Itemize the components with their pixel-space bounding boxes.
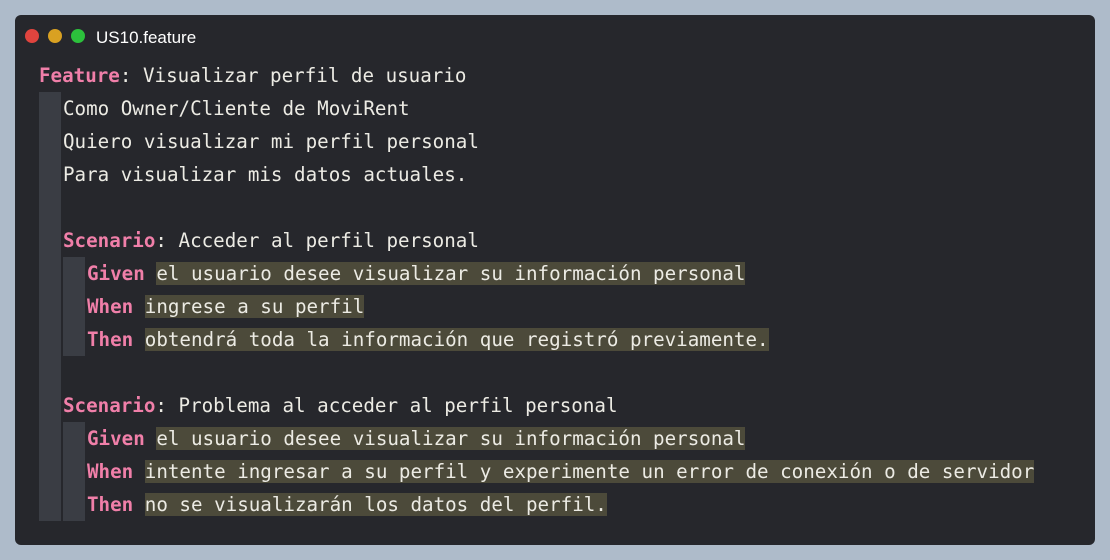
- indent-guide: [63, 488, 85, 521]
- scenario-keyword: Scenario: [63, 394, 156, 417]
- step-line: Then no se visualizarán los datos del pe…: [39, 488, 607, 521]
- indent-guide: [39, 488, 61, 521]
- description-line: Como Owner/Cliente de MoviRent: [39, 92, 410, 125]
- step-line: Given el usuario desee visualizar su inf…: [39, 422, 746, 455]
- indent-guide: [63, 257, 85, 290]
- editor-window: US10.feature Feature: Visualizar perfil …: [15, 15, 1095, 545]
- indent-guide: [39, 356, 61, 389]
- description-text: Quiero visualizar mi perfil personal: [63, 130, 479, 153]
- indent-guide: [39, 158, 61, 191]
- title-bar: US10.feature: [15, 15, 1095, 59]
- step-text: el usuario desee visualizar su informaci…: [156, 427, 746, 450]
- indent-guide: [39, 422, 61, 455]
- scenario-name: Problema al acceder al perfil personal: [178, 394, 618, 417]
- step-line: When ingrese a su perfil: [39, 290, 365, 323]
- indent-guide: [39, 92, 61, 125]
- scenario-name: Acceder al perfil personal: [178, 229, 479, 252]
- step-text: intente ingresar a su perfil y experimen…: [144, 460, 1035, 483]
- step-line: Given el usuario desee visualizar su inf…: [39, 257, 746, 290]
- feature-name: Visualizar perfil de usuario: [142, 64, 467, 87]
- scenario-keyword: Scenario: [63, 229, 156, 252]
- indent-guide: [39, 257, 61, 290]
- step-keyword: Given: [87, 262, 145, 285]
- blank-line: [39, 356, 108, 389]
- maximize-button[interactable]: [71, 29, 85, 43]
- step-keyword: Then: [87, 328, 134, 351]
- indent-guide: [39, 323, 61, 356]
- indent-guide: [39, 290, 61, 323]
- scenario-colon: :: [155, 394, 179, 417]
- step-text: el usuario desee visualizar su informaci…: [156, 262, 746, 285]
- step-text: obtendrá toda la información que registr…: [144, 328, 769, 351]
- scenario-line: Scenario: Acceder al perfil personal: [39, 224, 479, 257]
- indent-guide: [63, 422, 85, 455]
- feature-keyword: Feature: [39, 64, 120, 87]
- step-line: Then obtendrá toda la información que re…: [39, 323, 769, 356]
- step-text: no se visualizarán los datos del perfil.: [144, 493, 607, 516]
- indent-guide: [39, 125, 61, 158]
- step-keyword: Then: [87, 493, 134, 516]
- indent-guide: [39, 455, 61, 488]
- indent-guide: [63, 455, 85, 488]
- step-line: When intente ingresar a su perfil y expe…: [39, 455, 1035, 488]
- indent-guide: [63, 323, 85, 356]
- indent-guide: [39, 224, 61, 257]
- indent-guide: [39, 191, 61, 224]
- description-line: Para visualizar mis datos actuales.: [39, 158, 467, 191]
- scenario-line: Scenario: Problema al acceder al perfil …: [39, 389, 618, 422]
- step-text: ingrese a su perfil: [144, 295, 365, 318]
- indent-guide: [39, 389, 61, 422]
- close-button[interactable]: [25, 29, 39, 43]
- step-keyword: Given: [87, 427, 145, 450]
- feature-colon: :: [119, 64, 143, 87]
- code-area[interactable]: Feature: Visualizar perfil de usuario Co…: [39, 59, 1035, 521]
- step-keyword: When: [87, 295, 134, 318]
- file-title: US10.feature: [96, 28, 197, 47]
- minimize-button[interactable]: [48, 29, 62, 43]
- blank-line: [39, 191, 108, 224]
- description-line: Quiero visualizar mi perfil personal: [39, 125, 479, 158]
- step-keyword: When: [87, 460, 134, 483]
- indent-guide: [63, 290, 85, 323]
- description-text: Como Owner/Cliente de MoviRent: [63, 97, 410, 120]
- description-text: Para visualizar mis datos actuales.: [63, 163, 468, 186]
- feature-line: Feature: Visualizar perfil de usuario: [39, 59, 466, 92]
- scenario-colon: :: [155, 229, 179, 252]
